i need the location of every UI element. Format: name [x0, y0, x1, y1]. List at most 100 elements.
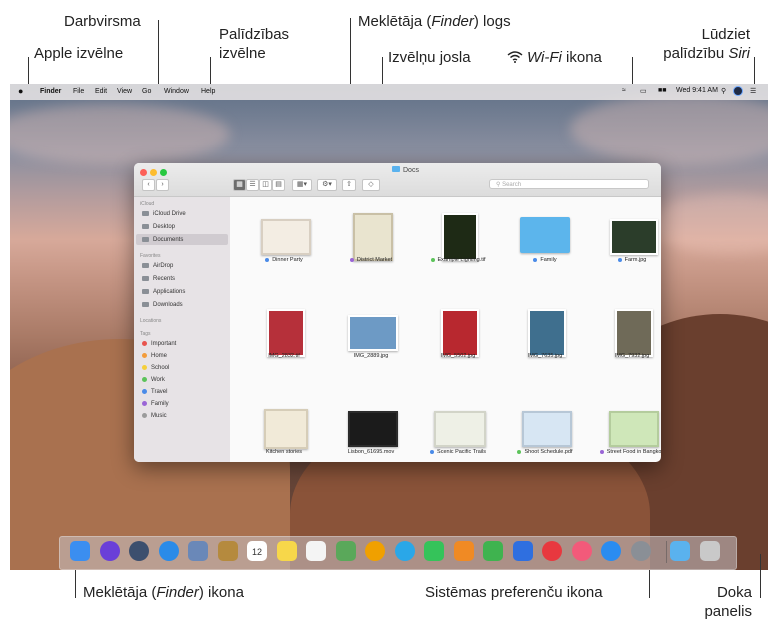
file-thumbnail[interactable]: [353, 213, 393, 261]
folder-icon[interactable]: [520, 217, 570, 253]
battery-icon[interactable]: ■■: [658, 87, 666, 94]
pages-icon[interactable]: [453, 541, 474, 561]
search-field[interactable]: ⚲ Search: [489, 179, 649, 189]
file-thumbnail[interactable]: [522, 411, 572, 447]
file-thumbnail[interactable]: [264, 409, 308, 449]
menu-view[interactable]: View: [117, 88, 132, 95]
reminders-icon[interactable]: [306, 541, 326, 561]
launchpad-icon[interactable]: [129, 541, 149, 561]
file-name[interactable]: IMG_7932.jpg: [592, 353, 661, 359]
notes-book-icon[interactable]: [217, 541, 238, 561]
file-name[interactable]: Scenic Pacific Trails: [418, 449, 498, 455]
file-name[interactable]: IMG_5502.jpg: [418, 353, 498, 359]
callout-finder-icon-c: ) ikona: [198, 584, 244, 601]
menu-finder[interactable]: Finder: [40, 88, 61, 95]
app-store-icon[interactable]: [601, 541, 621, 561]
music-icon[interactable]: [571, 541, 592, 561]
siri-icon[interactable]: [733, 86, 743, 98]
file-thumbnail[interactable]: [609, 411, 659, 447]
share-button[interactable]: ⇧: [342, 179, 356, 191]
sidebar-item-recents[interactable]: Recents: [142, 276, 175, 282]
zoom-button[interactable]: [160, 169, 167, 176]
sidebar-tag-home[interactable]: Home: [142, 353, 167, 359]
file-name-text: Scenic Pacific Trails: [437, 449, 486, 455]
folder-icon[interactable]: [670, 541, 690, 561]
notification-center-icon[interactable]: ☰: [750, 87, 756, 95]
file-thumbnail[interactable]: [528, 309, 566, 357]
menu-file[interactable]: File: [73, 88, 84, 95]
file-thumbnail[interactable]: [442, 213, 478, 261]
news-icon[interactable]: [542, 541, 562, 561]
maps-icon[interactable]: [335, 541, 356, 561]
file-name[interactable]: Kitchen stories: [244, 449, 324, 455]
calendar-icon[interactable]: 12: [247, 541, 267, 561]
sidebar-item-documents[interactable]: Documents: [142, 237, 183, 243]
system-preferences-icon[interactable]: [630, 541, 651, 561]
notes-icon[interactable]: [276, 541, 297, 561]
sidebar-item-icloud-drive[interactable]: iCloud Drive: [142, 211, 186, 217]
file-thumbnail[interactable]: [610, 219, 658, 255]
back-button[interactable]: ‹: [142, 179, 155, 191]
file-name[interactable]: Farm.jpg: [592, 257, 661, 263]
sidebar-tag-work[interactable]: Work: [142, 377, 165, 383]
sidebar-tag-school[interactable]: School: [142, 365, 169, 371]
callout-ask-siri: Lūdziet palīdzību Siri: [644, 25, 750, 63]
airplay-icon[interactable]: ▭: [640, 87, 647, 95]
sidebar-tag-family[interactable]: Family: [142, 401, 169, 407]
file-thumbnail[interactable]: [615, 309, 653, 357]
safari-icon[interactable]: [158, 541, 179, 561]
gallery-view-button[interactable]: ▤: [272, 179, 285, 191]
sidebar-tag-important[interactable]: Important: [142, 341, 176, 347]
list-view-button[interactable]: ☰: [246, 179, 259, 191]
photos-icon[interactable]: [365, 541, 385, 561]
clock[interactable]: Wed 9:41 AM: [676, 87, 718, 94]
menu-edit[interactable]: Edit: [95, 88, 107, 95]
menu-go[interactable]: Go: [142, 88, 151, 95]
photos-preview-icon[interactable]: [188, 541, 208, 561]
siri-icon[interactable]: [99, 541, 120, 561]
minimize-button[interactable]: [150, 169, 157, 176]
sidebar-tag-travel[interactable]: Travel: [142, 389, 167, 395]
facetime-icon[interactable]: [424, 541, 444, 561]
tag-button[interactable]: ◇: [362, 179, 380, 191]
sidebar-label: AirDrop: [153, 263, 174, 270]
file-thumbnail[interactable]: [348, 411, 398, 447]
apple-menu-icon[interactable]: ●: [18, 86, 23, 96]
file-name[interactable]: District Market: [331, 257, 411, 263]
file-thumbnail[interactable]: [261, 219, 311, 255]
file-name[interactable]: Family: [505, 257, 585, 263]
file-thumbnail[interactable]: [348, 315, 398, 351]
file-name[interactable]: Shoot Schedule.pdf: [505, 449, 585, 455]
sidebar-item-downloads[interactable]: Downloads: [142, 302, 183, 308]
file-name[interactable]: IMG_7635.jpg: [505, 353, 585, 359]
close-button[interactable]: [140, 169, 147, 176]
icon-view-button[interactable]: ▦: [233, 179, 246, 191]
file-name[interactable]: Example Lighting.tif: [418, 257, 498, 263]
documents-icon: [142, 237, 149, 242]
spotlight-icon[interactable]: ⚲: [721, 87, 726, 95]
file-name[interactable]: IMG_2889.jpg: [331, 353, 411, 359]
messages-icon[interactable]: [394, 541, 415, 561]
file-thumbnail[interactable]: [267, 309, 305, 357]
group-button[interactable]: ▦▾: [292, 179, 312, 191]
file-thumbnail[interactable]: [434, 411, 486, 447]
sidebar-tag-music[interactable]: Music: [142, 413, 167, 419]
keynote-icon[interactable]: [512, 541, 533, 561]
file-thumbnail[interactable]: [441, 309, 479, 357]
sidebar-item-applications[interactable]: Applications: [142, 289, 185, 295]
numbers-icon[interactable]: [483, 541, 503, 561]
finder-icon[interactable]: [70, 541, 90, 561]
column-view-button[interactable]: ◫: [259, 179, 272, 191]
file-name[interactable]: IMG_2832.tif: [244, 353, 324, 359]
menu-window[interactable]: Window: [164, 88, 189, 95]
forward-button[interactable]: ›: [156, 179, 169, 191]
file-name[interactable]: Street Food in Bangkok: [592, 449, 661, 455]
action-button[interactable]: ⚙▾: [317, 179, 337, 191]
wifi-status-icon[interactable]: ≈: [622, 87, 626, 94]
trash-icon[interactable]: [699, 541, 720, 561]
sidebar-item-desktop[interactable]: Desktop: [142, 224, 175, 230]
file-name[interactable]: Dinner Party: [244, 257, 324, 263]
sidebar-item-airdrop[interactable]: AirDrop: [142, 263, 173, 269]
menu-help[interactable]: Help: [201, 88, 215, 95]
file-name[interactable]: Lisbon_61695.mov: [331, 449, 411, 455]
